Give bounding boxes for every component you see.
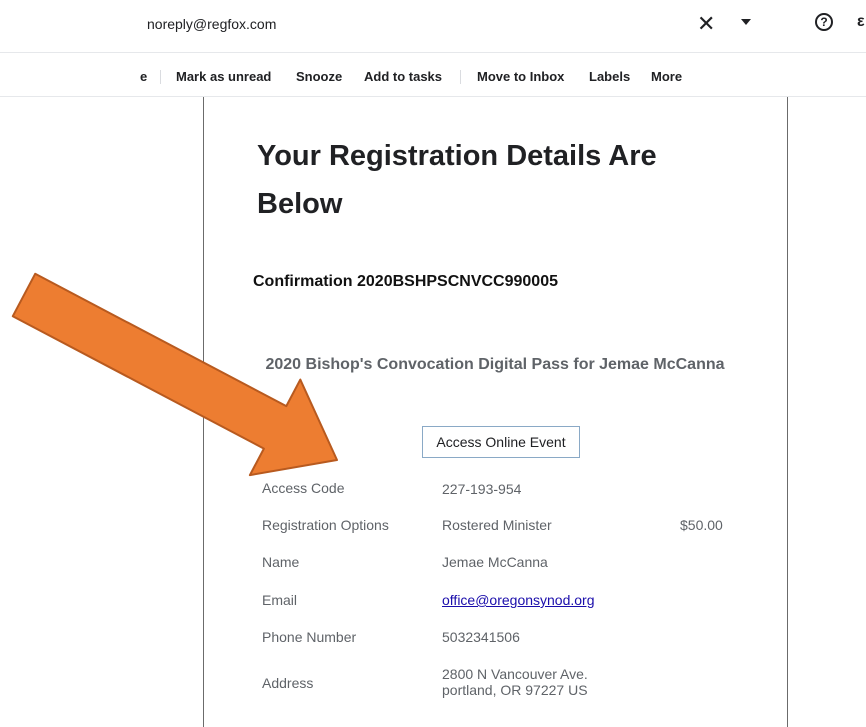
orange-arrow-annotation (11, 272, 338, 477)
